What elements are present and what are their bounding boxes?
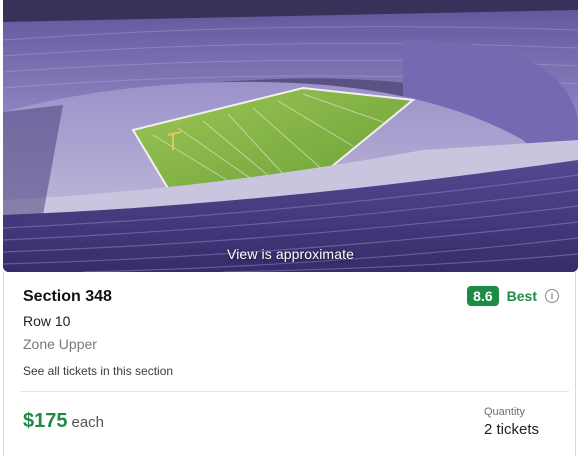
info-icon[interactable]: i: [545, 289, 559, 303]
rating-label: Best: [506, 288, 537, 304]
price: $175 each: [23, 410, 104, 433]
seat-view-image[interactable]: View is approximate: [3, 0, 578, 272]
row-label: Row 10: [23, 313, 71, 329]
view-approximate-caption: View is approximate: [227, 246, 354, 262]
quantity[interactable]: Quantity 2 tickets: [484, 406, 539, 438]
quantity-label: Quantity: [484, 406, 525, 418]
rating-score-badge: 8.6: [467, 286, 499, 306]
section-title: Section 348: [23, 288, 112, 305]
zone-label: Zone Upper: [23, 336, 97, 352]
see-all-tickets-link[interactable]: See all tickets in this section: [23, 364, 173, 378]
deal-rating: 8.6 Best i: [467, 286, 559, 306]
listing-details: Section 348 Row 10 Zone Upper See all ti…: [3, 272, 576, 456]
ticket-listing-card: View is approximate Section 348 Row 10 Z…: [0, 0, 580, 456]
stadium-illustration: [3, 0, 578, 272]
divider: [20, 391, 569, 392]
quantity-value: 2 tickets: [484, 421, 540, 438]
price-amount: $175: [23, 410, 68, 432]
price-unit: each: [71, 414, 105, 431]
